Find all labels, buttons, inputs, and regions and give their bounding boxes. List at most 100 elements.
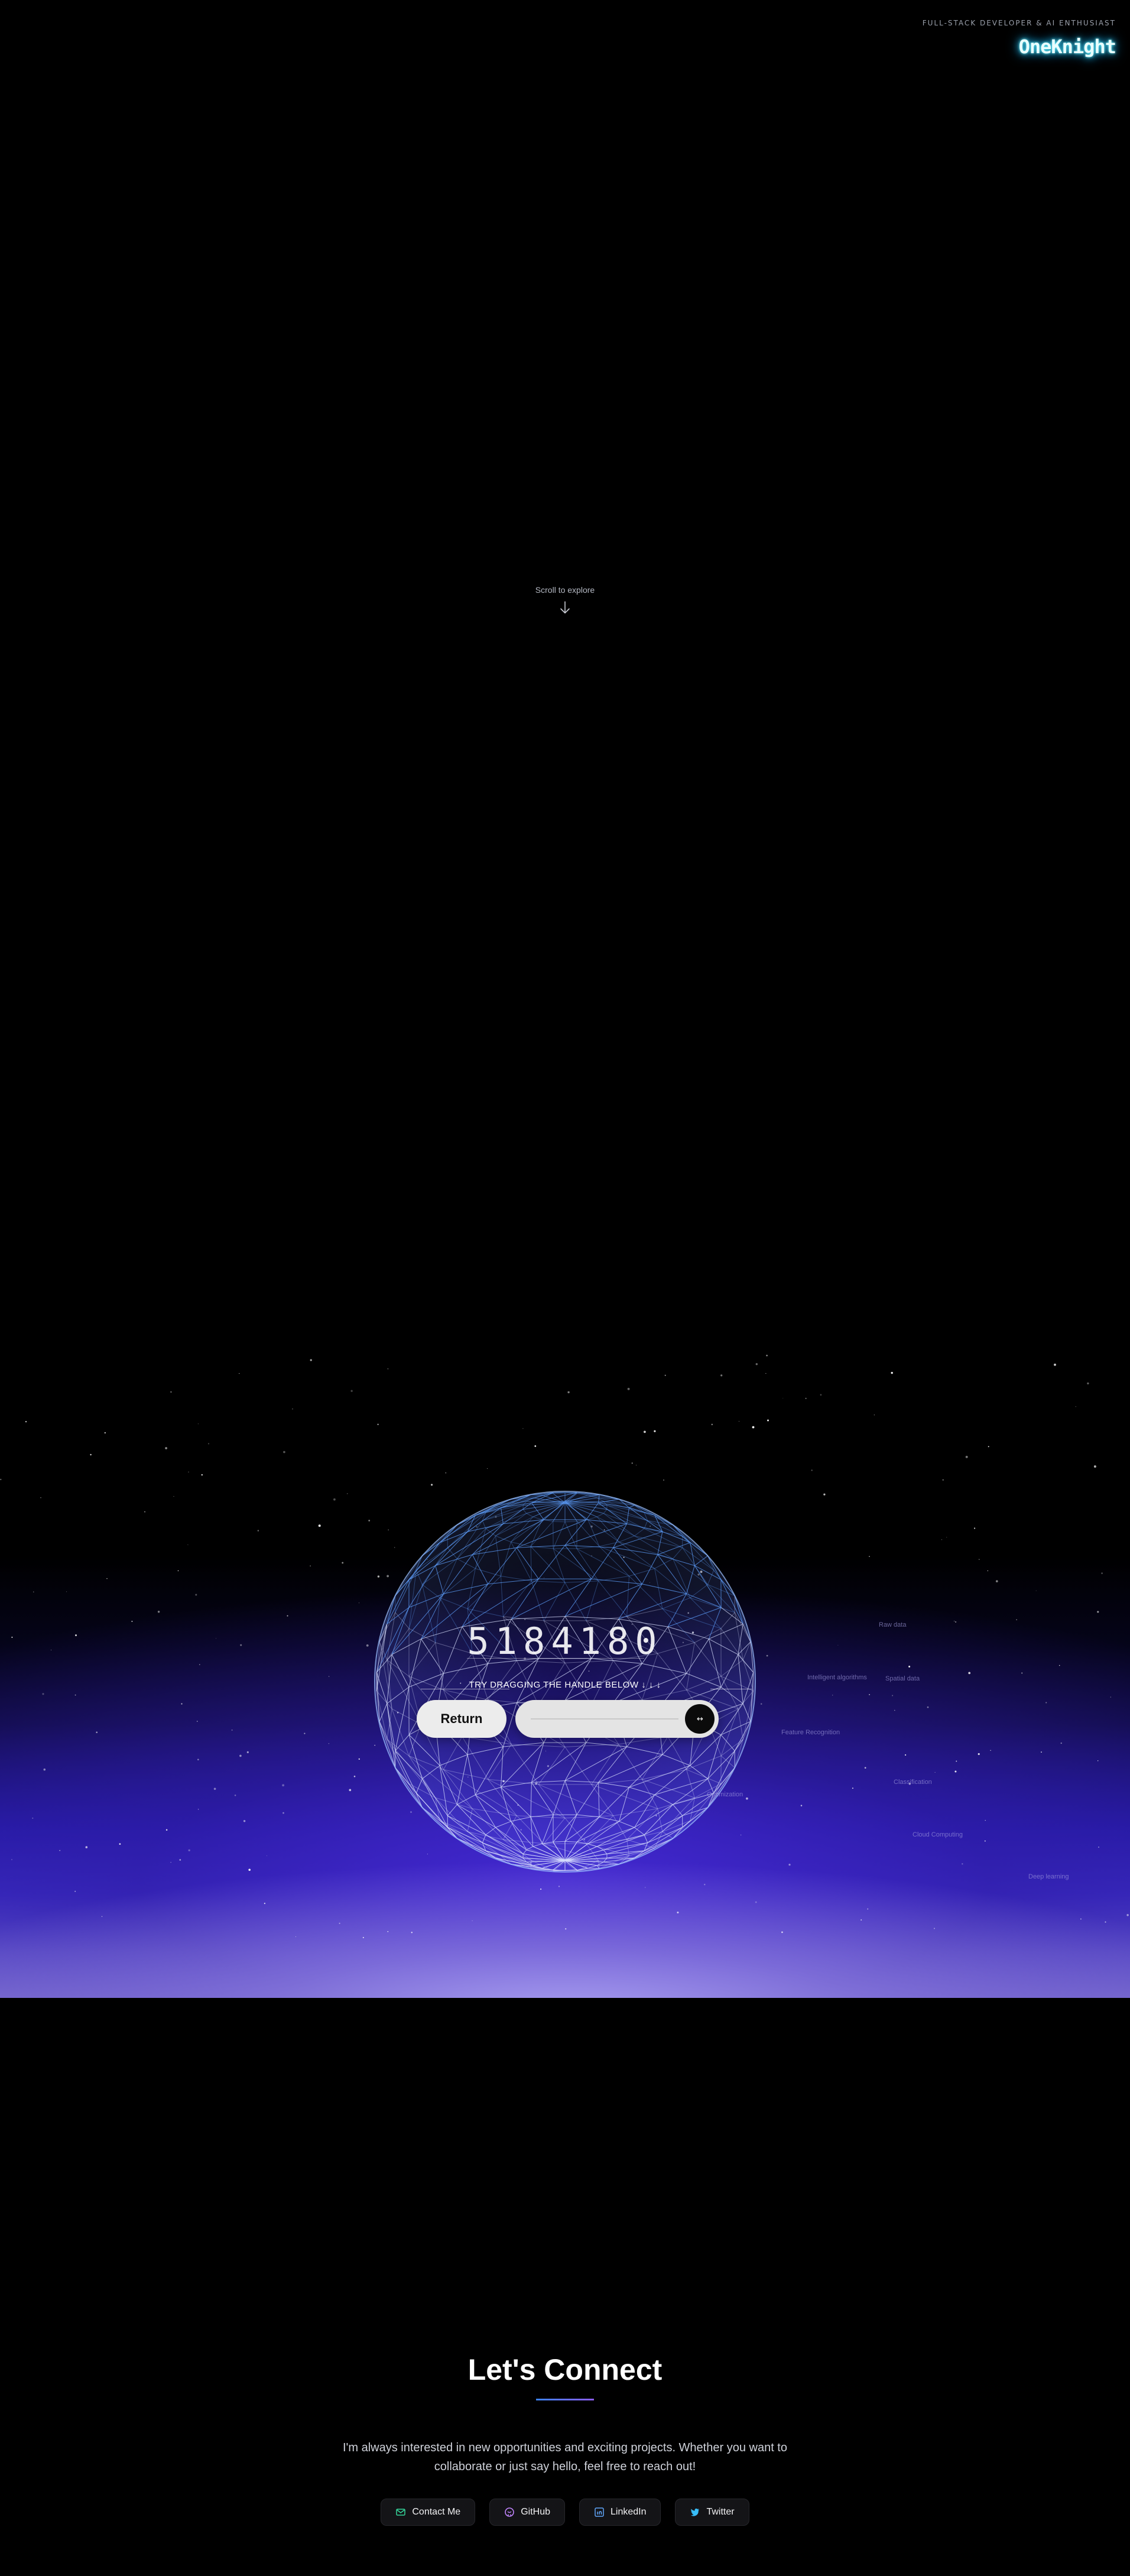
star: [411, 1932, 413, 1933]
star: [349, 1789, 352, 1792]
star: [106, 1578, 108, 1579]
linkedin-icon: [595, 2507, 604, 2517]
star: [869, 1556, 870, 1557]
star: [239, 1754, 242, 1757]
star: [74, 1694, 76, 1696]
star: [962, 1863, 963, 1865]
star: [974, 1527, 976, 1529]
star: [188, 1849, 190, 1851]
star: [197, 1759, 199, 1761]
star: [90, 1454, 92, 1456]
star: [990, 1750, 991, 1751]
drag-slider[interactable]: ↔: [515, 1700, 719, 1738]
scroll-label: Scroll to explore: [535, 585, 595, 595]
twitter-button[interactable]: Twitter: [675, 2499, 749, 2526]
star: [965, 1455, 968, 1458]
star: [74, 1890, 76, 1892]
scroll-hint[interactable]: Scroll to explore: [0, 585, 1130, 615]
star: [42, 1693, 44, 1695]
star: [387, 1931, 389, 1932]
star: [864, 1767, 866, 1769]
star: [1097, 1611, 1099, 1613]
star: [195, 1594, 197, 1596]
star: [165, 1447, 167, 1449]
star: [904, 1754, 907, 1756]
star: [934, 1772, 936, 1773]
section-title: Let's Connect: [467, 2353, 663, 2386]
star: [760, 1703, 762, 1705]
slider-track: [531, 1718, 678, 1720]
floating-label: Deep learning: [1028, 1873, 1069, 1880]
globe-edge: [587, 1868, 600, 1869]
return-button[interactable]: Return: [417, 1700, 506, 1738]
star: [197, 1809, 199, 1810]
star: [1045, 1702, 1047, 1704]
star: [431, 1484, 433, 1486]
star: [704, 1884, 706, 1886]
slider-handle[interactable]: ↔: [685, 1704, 715, 1734]
star: [522, 1428, 524, 1429]
connect-section: Let's Connect I'm always interested in n…: [0, 2353, 1130, 2526]
star: [811, 1469, 813, 1471]
star: [234, 1795, 236, 1796]
star: [720, 1374, 723, 1377]
star: [257, 1530, 259, 1532]
star: [119, 1843, 121, 1845]
star: [1087, 1382, 1089, 1385]
star: [861, 1919, 862, 1921]
star: [472, 1920, 473, 1922]
connect-description: I'm always interested in new opportuniti…: [343, 2441, 787, 2473]
star: [32, 1817, 34, 1819]
star: [201, 1474, 203, 1476]
star: [995, 1580, 998, 1582]
star: [1058, 1665, 1060, 1666]
star: [1110, 1696, 1112, 1698]
star: [1097, 1760, 1099, 1761]
star: [540, 1888, 542, 1890]
contact-button[interactable]: Contact Me: [381, 2499, 476, 2526]
title-underline: [536, 2399, 594, 2400]
star: [627, 1387, 630, 1390]
star: [892, 1695, 894, 1696]
logo[interactable]: OneKnight: [923, 35, 1116, 58]
star: [894, 1709, 895, 1711]
star: [173, 1496, 174, 1497]
star: [956, 1760, 957, 1762]
star: [988, 1446, 989, 1448]
star: [534, 1445, 537, 1447]
star: [1093, 1465, 1096, 1468]
star: [891, 1371, 893, 1374]
star: [231, 1730, 233, 1731]
star: [788, 1863, 791, 1866]
star: [767, 1419, 769, 1422]
star: [282, 1812, 284, 1814]
linkedin-button[interactable]: LinkedIn: [579, 2499, 661, 2526]
star: [358, 1758, 360, 1760]
star: [933, 1928, 936, 1929]
star: [368, 1520, 371, 1521]
star: [664, 1374, 666, 1376]
arrow-down-icon: [560, 601, 570, 614]
star: [157, 1611, 160, 1613]
star: [342, 1562, 344, 1564]
star: [170, 1391, 172, 1393]
star: [1054, 1363, 1056, 1366]
star: [874, 1414, 875, 1416]
star: [1126, 1914, 1129, 1916]
star: [654, 1430, 656, 1432]
github-button[interactable]: GitHub: [489, 2499, 565, 2526]
star: [1060, 1742, 1062, 1744]
star: [800, 1805, 803, 1806]
star: [197, 1423, 199, 1425]
star: [567, 1391, 570, 1394]
twitter-label: Twitter: [706, 2507, 735, 2517]
github-label: GitHub: [521, 2507, 550, 2517]
star: [1080, 1918, 1082, 1920]
star: [631, 1462, 633, 1464]
star: [207, 1443, 210, 1445]
star: [644, 1430, 646, 1433]
page: FULL-STACK DEVELOPER & AI ENTHUSIAST One…: [0, 0, 1130, 2576]
linkedin-label: LinkedIn: [610, 2507, 647, 2517]
brand: FULL-STACK DEVELOPER & AI ENTHUSIAST One…: [923, 19, 1116, 58]
star: [1105, 1921, 1106, 1923]
